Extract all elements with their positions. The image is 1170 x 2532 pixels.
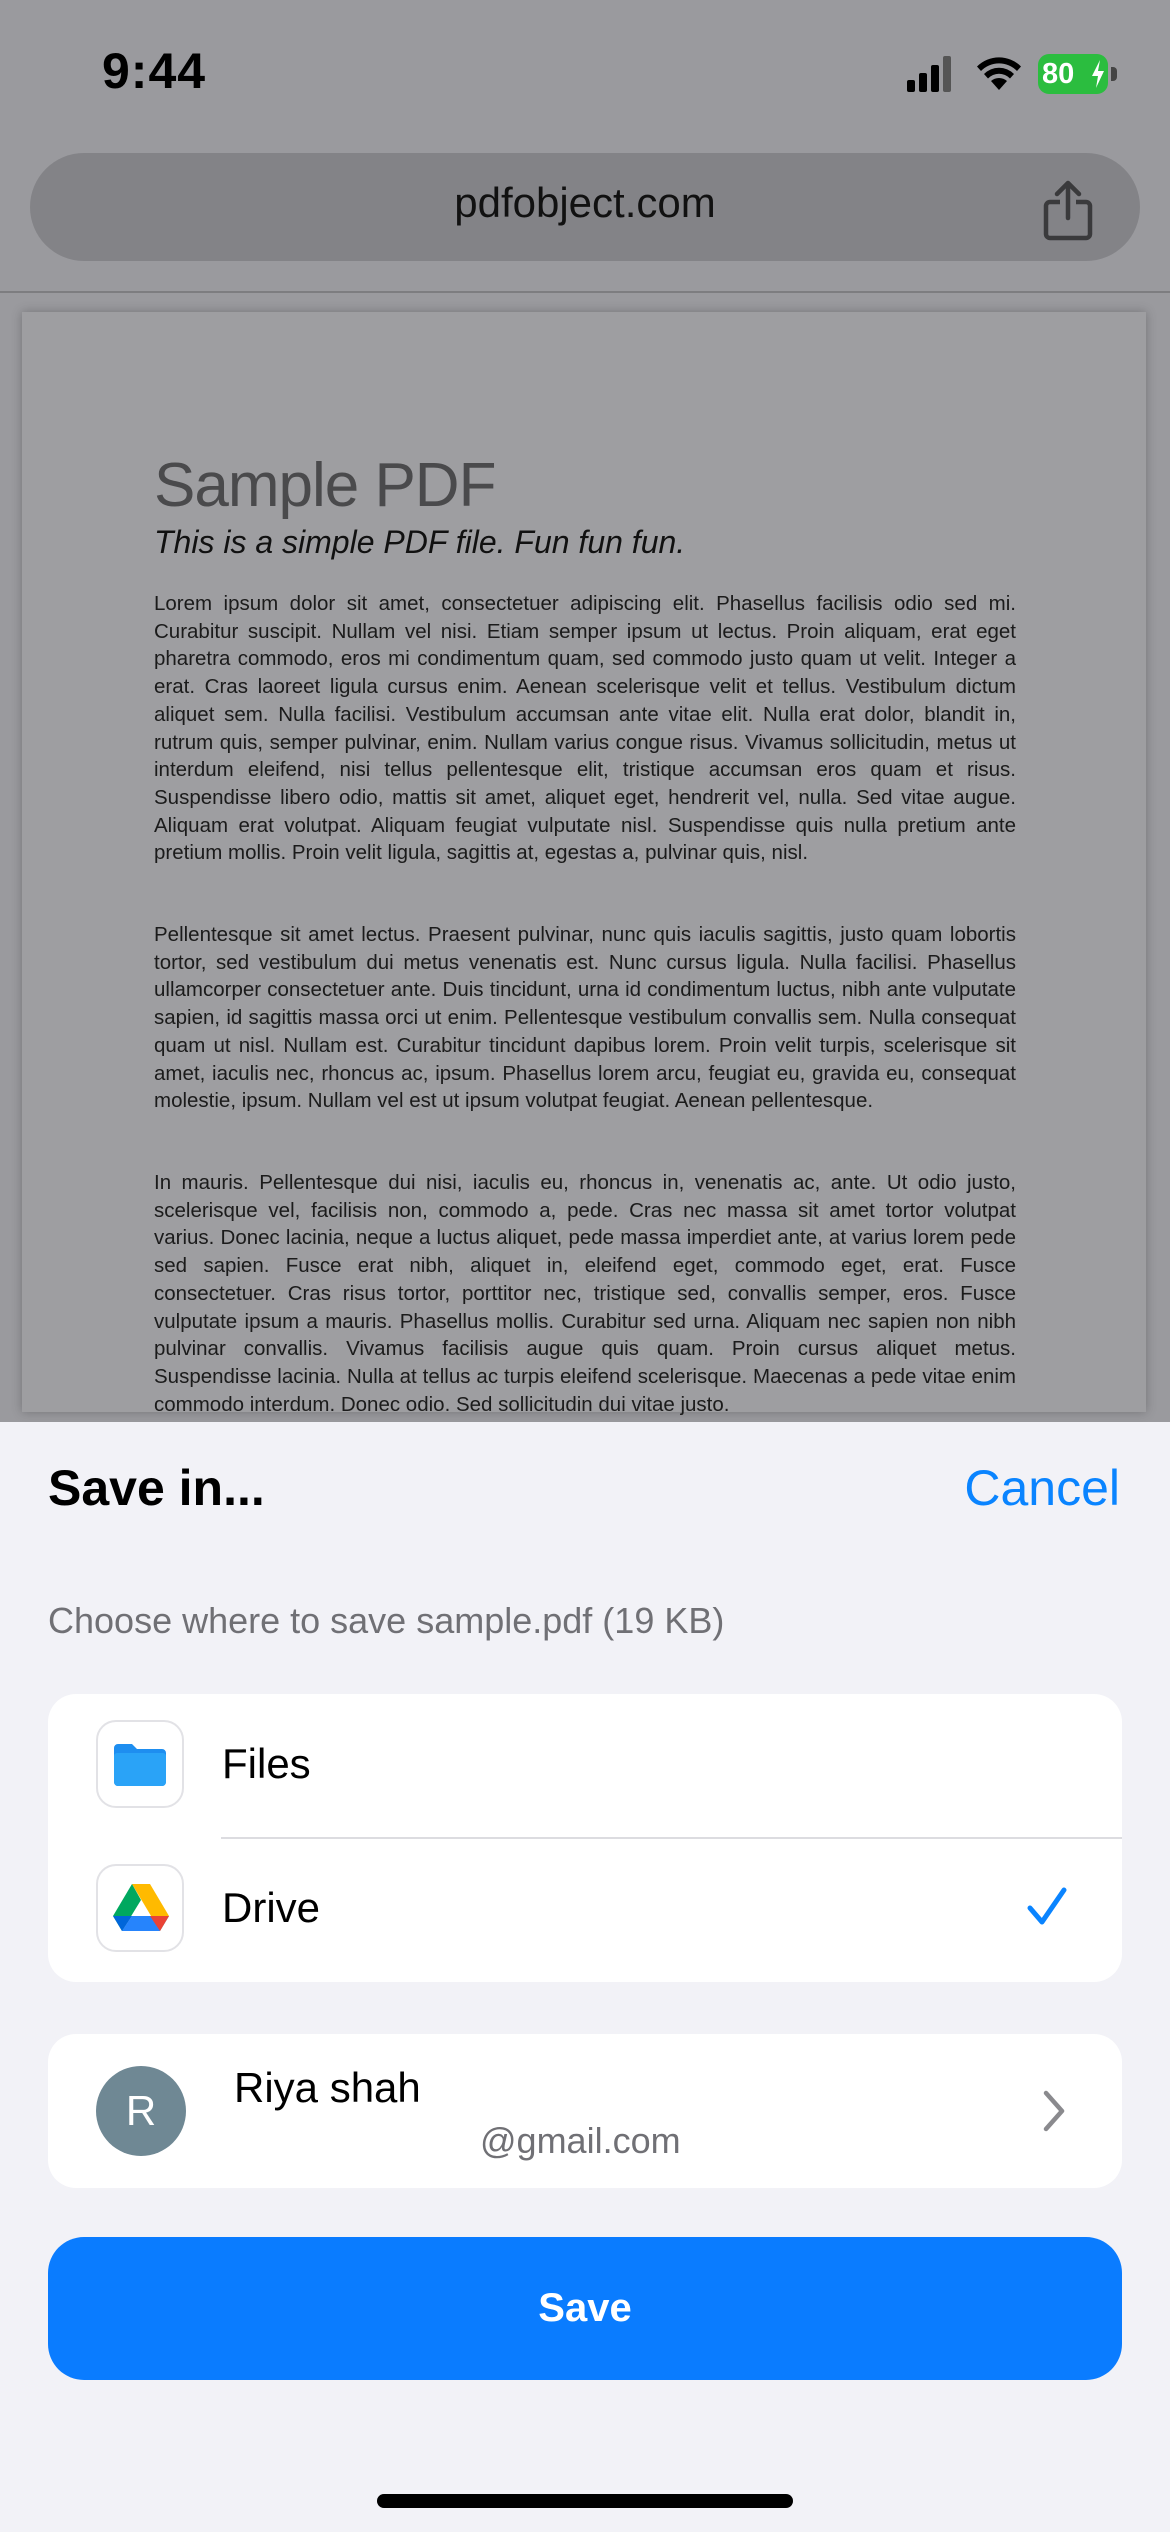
google-drive-icon	[113, 1884, 169, 1931]
sheet-title: Save in...	[48, 1460, 265, 1516]
account-name: Riya shah	[234, 2064, 421, 2111]
toolbar-divider	[0, 291, 1170, 293]
cellular-signal-icon	[907, 56, 951, 92]
cancel-button[interactable]: Cancel	[964, 1459, 1120, 1517]
files-app-tile	[96, 1720, 184, 1808]
account-email: @gmail.com	[480, 2120, 681, 2161]
wifi-icon	[977, 57, 1021, 90]
pdf-page: Sample PDF This is a simple PDF file. Fu…	[22, 312, 1146, 1416]
files-folder-icon	[114, 1744, 166, 1786]
destination-files[interactable]: Files	[48, 1694, 1122, 1838]
avatar: R	[96, 2066, 186, 2156]
pdf-subtitle: This is a simple PDF file. Fun fun fun.	[154, 524, 686, 560]
battery-icon: 80	[1038, 54, 1122, 94]
url-text: pdfobject.com	[454, 179, 716, 226]
home-indicator	[377, 2494, 793, 2508]
status-bar: 9:44 80	[0, 0, 1170, 150]
account-selector[interactable]: R Riya shah @gmail.com	[48, 2034, 1122, 2188]
drive-app-tile	[96, 1864, 184, 1952]
checkmark-icon	[1027, 1887, 1067, 1925]
sheet-subtitle: Choose where to save sample.pdf (19 KB)	[48, 1600, 725, 1641]
save-button[interactable]: Save	[48, 2237, 1122, 2380]
destination-label: Files	[222, 1740, 311, 1787]
address-bar[interactable]: pdfobject.com	[30, 153, 1140, 261]
destination-label: Drive	[222, 1884, 321, 1931]
status-time: 9:44	[102, 43, 207, 99]
battery-level: 80	[1042, 58, 1075, 90]
destination-drive[interactable]: Drive	[48, 1838, 1122, 1982]
destination-list: Files Drive	[48, 1694, 1122, 1982]
charging-bolt-icon	[1092, 60, 1104, 88]
pdf-title: Sample PDF	[154, 451, 496, 520]
save-sheet: Save in... Cancel Choose where to save s…	[0, 1422, 1170, 2532]
share-icon[interactable]	[1040, 178, 1096, 242]
pdf-paragraph: In mauris. Pellentesque dui nisi, iaculi…	[154, 1171, 1016, 1416]
pdf-paragraph: Pellentesque sit amet lectus. Praesent p…	[154, 923, 1016, 1113]
pdf-paragraph: Lorem ipsum dolor sit amet, consectetuer…	[154, 592, 1016, 865]
chevron-right-icon	[1043, 2090, 1065, 2132]
